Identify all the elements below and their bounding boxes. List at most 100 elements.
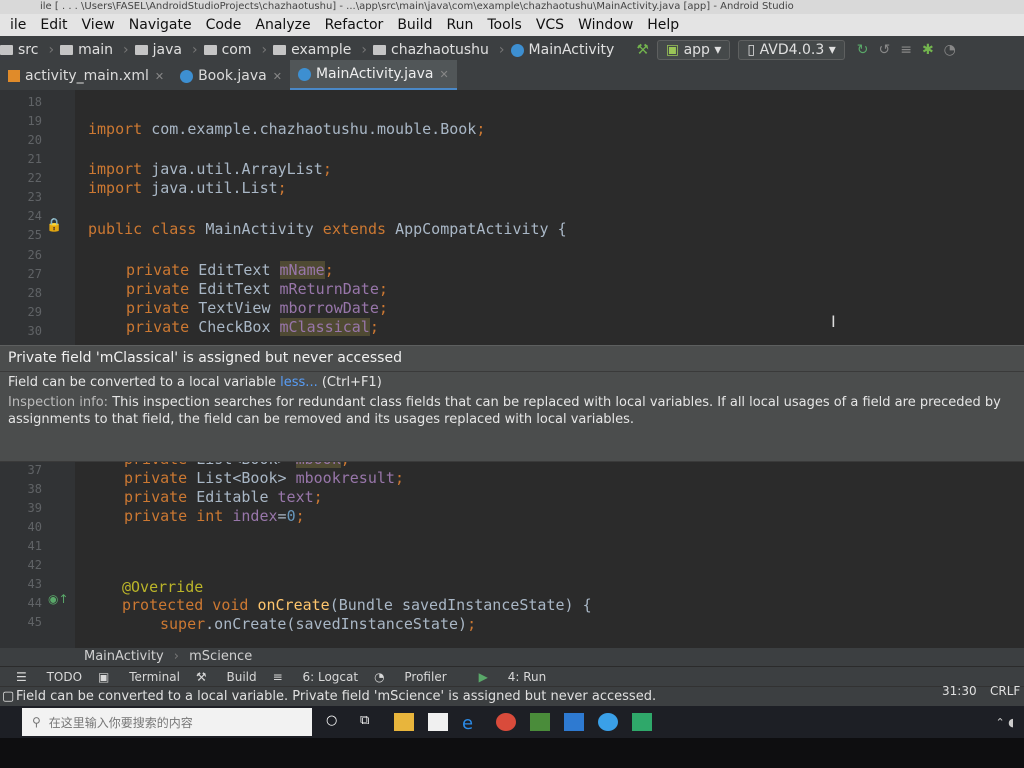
chevron-right-icon: › — [48, 42, 55, 58]
tab-activity-main-xml[interactable]: activity_main.xml ✕ — [0, 62, 172, 90]
close-icon[interactable]: ✕ — [440, 68, 449, 81]
line-number: 20 — [27, 133, 42, 147]
edge-icon[interactable]: e — [462, 713, 482, 734]
close-icon[interactable]: ✕ — [155, 70, 164, 83]
tooltip-title: Private field 'mClassical' is assigned b… — [8, 350, 402, 366]
breadcrumb-field[interactable]: mScience — [189, 649, 252, 664]
browser-icon[interactable] — [496, 713, 516, 731]
undo-icon[interactable]: ↺ — [878, 42, 890, 58]
caret-position[interactable]: 31:30 — [942, 681, 977, 701]
menu-window[interactable]: Window — [578, 17, 633, 33]
tooltip-info-text: This inspection searches for redundant c… — [8, 395, 1001, 427]
tool-logcat[interactable]: ≡ 6: Logcat — [273, 670, 358, 684]
line-number: 21 — [27, 152, 42, 166]
bug-icon[interactable]: ✱ — [922, 42, 934, 58]
folder-icon — [0, 45, 13, 55]
app-green-icon[interactable] — [632, 713, 652, 731]
menu-code[interactable]: Code — [206, 17, 242, 33]
store-icon[interactable] — [428, 713, 448, 731]
menu-ile[interactable]: ile — [10, 17, 26, 33]
status-bar: ▢ Field can be converted to a local vari… — [0, 684, 1024, 707]
folder-icon — [203, 45, 217, 55]
tooltip-divider — [0, 371, 1024, 372]
file-explorer-icon[interactable] — [394, 713, 414, 731]
menu-run[interactable]: Run — [446, 17, 473, 33]
line-number: 30 — [27, 324, 42, 338]
os-taskbar: ⚲ 在这里输入你要搜索的内容 ○ ⧉ e ⌃ ◖ — [0, 706, 1024, 738]
run-config-select[interactable]: ▣ app ▾ — [656, 40, 731, 60]
tab-mainactivity-java[interactable]: MainActivity.java ✕ — [289, 60, 457, 90]
line-number: 42 — [27, 558, 42, 572]
code-line-class-decl: public class MainActivity extends AppCom… — [88, 220, 567, 238]
nav-crumb-com[interactable]: com — [203, 42, 252, 58]
tray-icons[interactable]: ⌃ ◖ — [995, 716, 1014, 729]
sync-icon[interactable]: ↻ — [857, 42, 869, 58]
device-select[interactable]: ▯ AVD4.0.3 ▾ — [738, 40, 845, 60]
tooltip-less-link[interactable]: less... — [280, 375, 318, 390]
menu-view[interactable]: View — [82, 17, 115, 33]
tool-profiler[interactable]: ◔ Profiler — [374, 670, 447, 684]
task-view-icon[interactable]: ⧉ — [360, 713, 380, 731]
inspection-tooltip: Private field 'mClassical' is assigned b… — [0, 345, 1024, 462]
code-line-field-index: private int index=0; — [124, 507, 305, 525]
line-number: 29 — [27, 305, 42, 319]
editor-tab-bar: activity_main.xml ✕ Book.java ✕ MainActivi… — [0, 60, 1024, 90]
nav-crumb-src[interactable]: src — [0, 42, 38, 58]
window-title: ile [ . . . \Users\FASEL\AndroidStudioPr… — [0, 0, 1024, 14]
menu-build[interactable]: Build — [397, 17, 432, 33]
tool-window-bar: ☰ TODO ▣ Terminal ⚒ Build ≡ 6: Logcat ◔ … — [0, 666, 1024, 687]
menu-vcs[interactable]: VCS — [536, 17, 564, 33]
menu-tools[interactable]: Tools — [487, 17, 522, 33]
menu-edit[interactable]: Edit — [40, 17, 67, 33]
line-number: 19 — [27, 114, 42, 128]
chevron-right-icon: › — [498, 42, 505, 58]
nav-crumb-example[interactable]: example — [273, 42, 351, 58]
code-line-field-mname: private EditText mName; — [126, 261, 334, 279]
nav-crumb-mainactivity[interactable]: MainActivity — [510, 42, 614, 58]
tool-terminal[interactable]: ▣ Terminal — [98, 670, 180, 684]
line-number: 25 — [27, 228, 42, 242]
code-line-field-mborrowdate: private TextView mborrowDate; — [126, 299, 388, 317]
android-icon: ▣ — [665, 42, 680, 58]
line-number: 41 — [27, 539, 42, 553]
line-number: 43 — [27, 577, 42, 591]
cortana-icon[interactable]: ○ — [326, 713, 346, 731]
nav-crumb-main[interactable]: main — [60, 42, 113, 58]
nav-crumb-java[interactable]: java — [134, 42, 182, 58]
code-line-field-text: private Editable text; — [124, 488, 323, 506]
nav-crumb-chazhaotushu[interactable]: chazhaotushu — [373, 42, 489, 58]
code-line-field-mreturndate: private EditText mReturnDate; — [126, 280, 388, 298]
class-icon — [297, 67, 311, 81]
app-k-icon[interactable] — [598, 713, 618, 731]
layout-icon[interactable]: ≡ — [900, 42, 912, 58]
tooltip-shortcut: (Ctrl+F1) — [321, 375, 382, 390]
lock-icon[interactable]: 🔒 — [46, 218, 62, 233]
profile-icon[interactable]: ◔ — [944, 42, 956, 58]
menu-refactor[interactable]: Refactor — [325, 17, 384, 33]
text-cursor-icon: I — [831, 312, 836, 331]
tab-book-java[interactable]: Book.java ✕ — [172, 62, 290, 90]
mail-icon[interactable] — [564, 713, 584, 731]
breadcrumb-class[interactable]: MainActivity — [84, 649, 164, 664]
tool-todo[interactable]: ☰ TODO — [16, 670, 82, 684]
code-line-field-mclassical: private CheckBox mClassical; — [126, 318, 379, 336]
override-icon[interactable]: ◉↑ — [48, 592, 69, 606]
line-number: 45 — [27, 615, 42, 629]
android-studio-icon[interactable] — [530, 713, 550, 731]
line-number: 23 — [27, 190, 42, 204]
menu-analyze[interactable]: Analyze — [255, 17, 310, 33]
code-line-import-book: import com.example.chazhaotushu.mouble.B… — [88, 120, 486, 138]
tool-run[interactable]: ▶ 4: Run — [463, 670, 547, 684]
tool-build[interactable]: ⚒ Build — [196, 670, 257, 684]
line-separator[interactable]: CRLF — [990, 681, 1020, 701]
menu-help[interactable]: Help — [647, 17, 679, 33]
code-line-field-mbookresult: private List<Book> mbookresult; — [124, 469, 404, 487]
hammer-icon[interactable]: ⚒ — [636, 42, 649, 58]
code-line-import-list: import java.util.List; — [88, 179, 287, 197]
status-toggle-icon[interactable]: ▢ — [2, 687, 14, 707]
status-message: Field can be converted to a local variab… — [16, 689, 657, 704]
menu-navigate[interactable]: Navigate — [129, 17, 192, 33]
line-number: 40 — [27, 520, 42, 534]
taskbar-search-input[interactable]: ⚲ 在这里输入你要搜索的内容 — [22, 708, 312, 736]
close-icon[interactable]: ✕ — [273, 70, 282, 83]
